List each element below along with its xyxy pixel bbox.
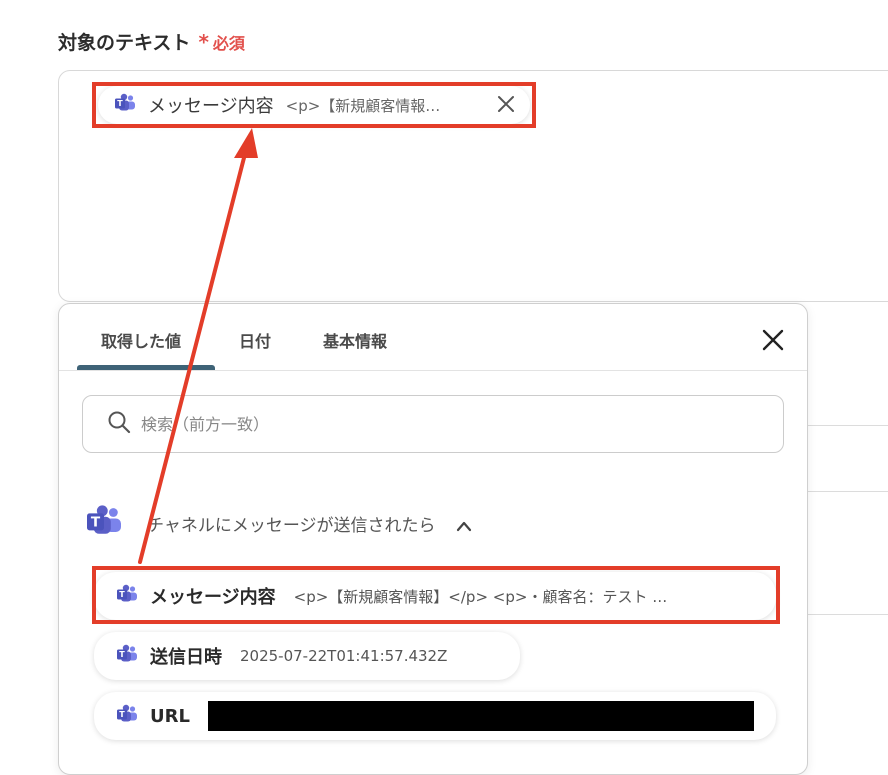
tab-basic-info[interactable]: 基本情報 xyxy=(323,328,387,352)
item-value: 2025-07-22T01:41:57.432Z xyxy=(240,647,448,665)
search-box xyxy=(82,395,784,453)
chevron-up-icon[interactable] xyxy=(456,517,472,532)
teams-icon: T xyxy=(85,504,123,542)
teams-icon: T xyxy=(116,704,138,728)
required-star: * xyxy=(198,29,209,54)
list-item-url[interactable]: T URL xyxy=(94,692,776,740)
group-title: チャネルにメッセージが送信されたら xyxy=(147,515,436,536)
search-icon xyxy=(107,410,131,438)
field-label: 対象のテキスト * 必須 xyxy=(58,28,245,55)
variable-chip[interactable]: T メッセージ内容 <p>【新規顧客情報… xyxy=(98,86,530,124)
list-item-sent-datetime[interactable]: T 送信日時 2025-07-22T01:41:57.432Z xyxy=(94,632,520,680)
search-input[interactable] xyxy=(139,413,743,435)
background-divider xyxy=(806,491,888,492)
svg-text:T: T xyxy=(119,590,125,599)
teams-icon: T xyxy=(114,93,136,117)
tab-bar: 取得した値 日付 基本情報 xyxy=(59,304,807,371)
svg-text:T: T xyxy=(119,650,125,659)
svg-text:T: T xyxy=(91,514,101,530)
list-item-message-content[interactable]: T メッセージ内容 <p>【新規顧客情報】</p> <p>・顧客名：テスト … xyxy=(94,572,776,620)
teams-icon: T xyxy=(116,644,138,668)
tab-active-indicator xyxy=(77,365,215,370)
required-text: 必須 xyxy=(212,33,245,53)
chip-name: メッセージ内容 xyxy=(148,96,274,117)
teams-icon: T xyxy=(116,584,138,608)
item-name: 送信日時 xyxy=(150,647,222,668)
close-icon[interactable] xyxy=(496,94,516,114)
background-divider xyxy=(806,614,888,615)
item-name: URL xyxy=(150,705,190,727)
chip-value: <p>【新規顧客情報… xyxy=(285,96,441,115)
field-label-text: 対象のテキスト xyxy=(58,32,191,54)
tab-acquired-values[interactable]: 取得した値 xyxy=(101,328,181,352)
item-value: <p>【新規顧客情報】</p> <p>・顧客名：テスト … xyxy=(293,587,668,606)
background-divider xyxy=(806,425,888,426)
close-icon[interactable] xyxy=(761,328,785,352)
svg-text:T: T xyxy=(117,99,123,108)
redacted-value xyxy=(207,701,754,731)
item-name: メッセージ内容 xyxy=(150,587,276,608)
group-header[interactable]: T チャネルにメッセージが送信されたら xyxy=(85,504,472,542)
svg-text:T: T xyxy=(119,710,125,719)
tab-date[interactable]: 日付 xyxy=(239,328,271,352)
